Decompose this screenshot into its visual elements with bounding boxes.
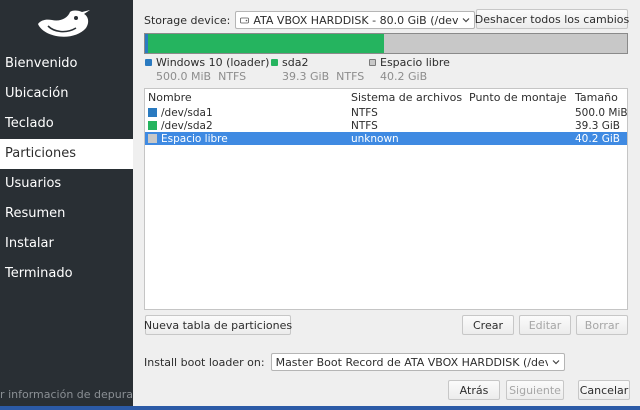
storage-device-row: Storage device: ATA VBOX HARDDISK - 80.0… — [144, 11, 476, 29]
chevron-down-icon — [462, 18, 470, 23]
table-header: Nombre Sistema de archivos Punto de mont… — [145, 89, 627, 106]
legend-swatch — [145, 59, 152, 66]
legend-name: Windows 10 (loader) — [156, 56, 270, 69]
sidebar-item-particiones[interactable]: Particiones — [0, 139, 133, 169]
column-header-filesystem[interactable]: Sistema de archivos — [349, 91, 469, 104]
partition-name: Espacio libre — [161, 132, 228, 145]
legend-size: 40.2 GiB — [380, 70, 428, 83]
bootloader-select[interactable]: Master Boot Record de ATA VBOX HARDDISK … — [270, 353, 565, 371]
legend-fs: NTFS — [336, 70, 365, 83]
undo-all-button[interactable]: Deshacer todos los cambios — [475, 9, 629, 29]
storage-device-value: ATA VBOX HARDDISK - 80.0 GiB (/dev/sda) — [253, 13, 459, 27]
partition-size: 500.0 MiB — [575, 106, 628, 119]
partition-filesystem: NTFS — [351, 119, 378, 132]
partition-filesystem: unknown — [351, 132, 399, 145]
create-button[interactable]: Crear — [462, 315, 514, 335]
legend-swatch — [271, 59, 278, 66]
partitions-page: Storage device: ATA VBOX HARDDISK - 80.0… — [133, 0, 640, 406]
bootloader-row: Install boot loader on: Master Boot Reco… — [144, 353, 565, 371]
partition-color-swatch — [148, 134, 157, 143]
sidebar-item-usuarios[interactable]: Usuarios — [0, 169, 133, 199]
partition-color-swatch — [148, 121, 157, 130]
partition-size: 39.3 GiB — [575, 119, 620, 132]
back-button[interactable]: Atrás — [448, 380, 500, 400]
sidebar-item-terminado[interactable]: Terminado — [0, 259, 133, 289]
table-row[interactable]: /dev/sda2 NTFS 39.3 GiB — [145, 119, 627, 132]
sidebar-item-ubicacion[interactable]: Ubicación — [0, 79, 133, 109]
sidebar-item-instalar[interactable]: Instalar — [0, 229, 133, 259]
legend-size: 500.0 MiB — [156, 70, 212, 83]
column-header-size[interactable]: Tamaño — [575, 91, 627, 104]
table-row[interactable]: /dev/sda1 NTFS 500.0 MiB — [145, 106, 628, 119]
partitions-table[interactable]: Nombre Sistema de archivos Punto de mont… — [144, 88, 628, 310]
cancel-button[interactable]: Cancelar — [578, 380, 630, 400]
debug-info-label: rar información de depura — [0, 388, 133, 401]
sidebar-item-teclado[interactable]: Teclado — [0, 109, 133, 139]
legend-name: sda2 — [282, 56, 309, 69]
legend-size: 39.3 GiB — [282, 70, 330, 83]
bootloader-value: Master Boot Record de ATA VBOX HARDDISK … — [275, 355, 548, 369]
bootloader-label: Install boot loader on: — [144, 355, 265, 369]
legend-name: Espacio libre — [380, 56, 450, 69]
legend-swatch — [369, 59, 376, 66]
partition-name: /dev/sda2 — [161, 119, 213, 132]
legend-item: Windows 10 (loader) 500.0 MiB NTFS — [145, 56, 269, 83]
partition-name: /dev/sda1 — [161, 106, 213, 119]
column-header-mountpoint[interactable]: Punto de montaje — [469, 91, 575, 104]
chevron-down-icon — [552, 360, 560, 365]
sidebar: Bienvenido Ubicación Teclado Particiones… — [0, 0, 133, 406]
column-header-name[interactable]: Nombre — [145, 91, 349, 104]
disk-segment — [147, 34, 385, 53]
legend-item: Espacio libre 40.2 GiB — [369, 56, 450, 83]
partition-filesystem: NTFS — [351, 106, 378, 119]
table-row[interactable]: Espacio libre unknown 40.2 GiB — [145, 132, 627, 145]
next-button[interactable]: Siguiente — [506, 380, 564, 400]
legend-fs: NTFS — [218, 70, 247, 83]
debug-info-toggle[interactable]: rar información de depura — [0, 388, 133, 404]
edit-button[interactable]: Editar — [519, 315, 571, 335]
storage-device-label: Storage device: — [144, 13, 231, 27]
sidebar-item-bienvenido[interactable]: Bienvenido — [0, 49, 133, 79]
partition-size: 40.2 GiB — [575, 132, 620, 145]
disk-segment — [384, 34, 627, 53]
sidebar-item-resumen[interactable]: Resumen — [0, 199, 133, 229]
storage-device-select[interactable]: ATA VBOX HARDDISK - 80.0 GiB (/dev/sda) — [235, 11, 476, 29]
sidebar-nav: Bienvenido Ubicación Teclado Particiones… — [0, 49, 133, 289]
disk-usage-bar — [144, 33, 628, 54]
new-partition-table-button[interactable]: Nueva tabla de particiones — [144, 315, 292, 335]
installer-logo-icon — [38, 10, 90, 37]
delete-button[interactable]: Borrar — [576, 315, 628, 335]
taskbar — [0, 406, 640, 410]
drive-icon — [240, 17, 250, 23]
partition-color-swatch — [148, 108, 157, 117]
legend-item: sda2 39.3 GiB NTFS — [271, 56, 364, 83]
